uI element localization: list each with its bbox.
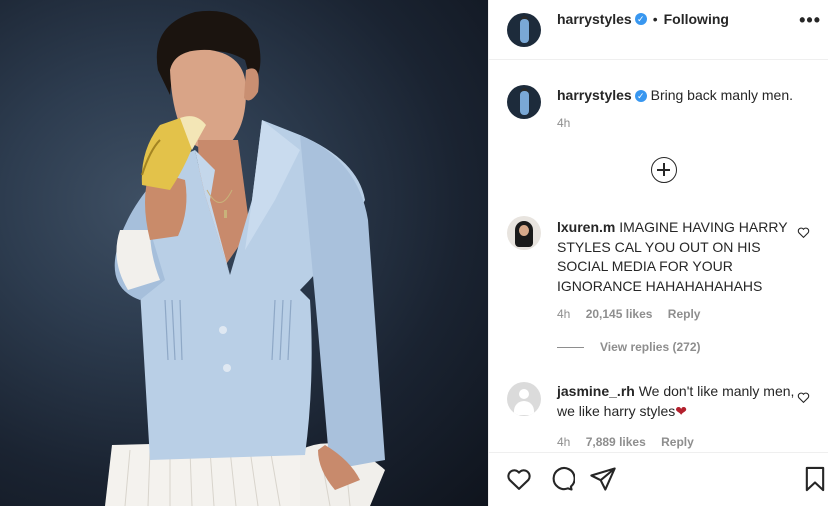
replies-divider [557,346,584,348]
comment-username[interactable]: lxuren.m [557,219,615,235]
like-icon[interactable] [505,465,533,493]
view-replies-button[interactable]: View replies (272) [557,340,701,354]
save-icon[interactable] [801,465,828,493]
comment-meta: 4h 20,145 likes Reply [557,307,712,321]
comment-item: jasmine_.rh We don't like manly men, we … [557,382,797,421]
more-options-icon[interactable]: ••• [799,10,821,31]
author-avatar[interactable] [507,13,541,47]
comment-icon[interactable] [547,465,575,493]
comment-item: lxuren.m IMAGINE HAVING HARRY STYLES CAL… [557,218,797,296]
post-viewer: harrystyles ✓ • Following ••• harrystyle… [0,0,828,506]
comment-meta: 4h 7,889 likes Reply [557,435,706,449]
like-comment-icon[interactable] [797,226,810,239]
comment-username[interactable]: jasmine_.rh [557,383,635,399]
red-heart-emoji: ❤ [675,402,687,419]
caption-author[interactable]: harrystyles [557,87,632,103]
view-replies-label: View replies (272) [600,340,701,354]
caption-author-avatar[interactable] [507,85,541,119]
post-header: harrystyles ✓ • Following ••• [489,0,828,60]
comment-time: 4h [557,435,571,449]
header-row: harrystyles ✓ • Following [557,11,729,27]
post-photo-illustration [105,10,385,506]
separator-dot: • [652,11,658,27]
caption-time: 4h [557,116,571,130]
caption-text: Bring back manly men. [650,87,794,103]
verified-badge-icon: ✓ [634,90,647,103]
comment-reply-button[interactable]: Reply [661,435,694,449]
comment-likes[interactable]: 20,145 likes [586,307,653,321]
post-details-panel: harrystyles ✓ • Following ••• harrystyle… [488,0,828,506]
share-icon[interactable] [589,465,617,493]
verified-badge-icon: ✓ [634,13,647,25]
commenter-avatar[interactable] [507,382,541,416]
comment-time: 4h [557,307,571,321]
comment-reply-button[interactable]: Reply [668,307,701,321]
commenter-avatar[interactable] [507,216,541,250]
post-photo[interactable] [0,0,488,506]
add-comment-icon[interactable] [651,157,677,183]
following-button[interactable]: Following [664,11,729,27]
caption: harrystyles ✓ Bring back manly men. 4h [557,86,793,132]
comment-likes[interactable]: 7,889 likes [586,435,646,449]
author-username[interactable]: harrystyles [557,11,632,27]
like-comment-icon[interactable] [797,391,810,404]
action-bar [489,452,828,506]
